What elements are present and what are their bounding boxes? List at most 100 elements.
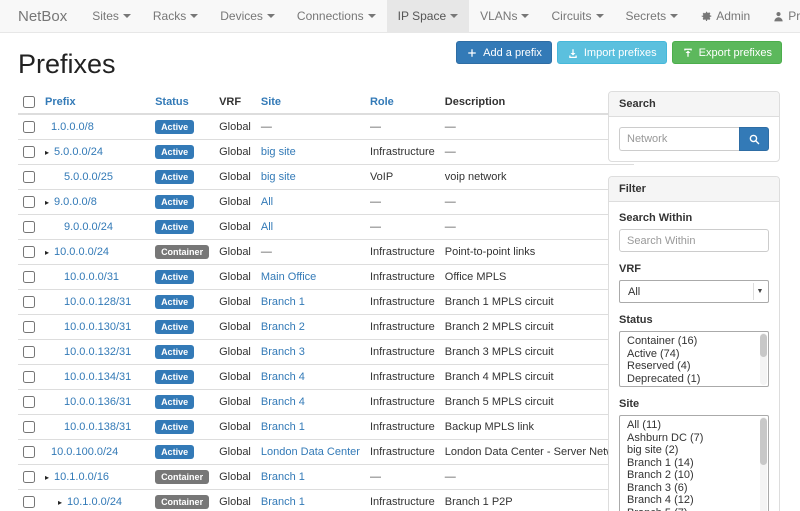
site-link[interactable]: All <box>261 221 273 233</box>
nav-item-circuits[interactable]: Circuits <box>540 0 614 32</box>
status-badge[interactable]: Container <box>155 470 209 484</box>
prefix-link[interactable]: 10.1.0.0/24 <box>67 496 122 508</box>
row-checkbox[interactable] <box>23 471 35 483</box>
nav-item-vlans[interactable]: VLANs <box>469 0 540 32</box>
status-badge[interactable]: Active <box>155 370 194 384</box>
site-link[interactable]: Branch 1 <box>261 296 305 308</box>
site-filter-option[interactable]: Branch 5 (7) <box>620 507 768 511</box>
row-checkbox[interactable] <box>23 296 35 308</box>
prefix-link[interactable]: 9.0.0.0/8 <box>54 196 97 208</box>
vrf-select[interactable]: All ▼ <box>619 280 769 303</box>
search-button[interactable] <box>739 127 769 151</box>
site-link[interactable]: Branch 4 <box>261 396 305 408</box>
row-checkbox[interactable] <box>23 196 35 208</box>
site-filter-option[interactable]: Branch 4 (12) <box>620 494 768 507</box>
row-checkbox[interactable] <box>23 346 35 358</box>
scrollbar-thumb[interactable] <box>760 334 767 357</box>
site-link[interactable]: Main Office <box>261 271 316 283</box>
status-badge[interactable]: Active <box>155 145 194 159</box>
site-filter-option[interactable]: Branch 1 (14) <box>620 457 768 470</box>
status-badge[interactable]: Active <box>155 445 194 459</box>
row-checkbox[interactable] <box>23 446 35 458</box>
row-checkbox[interactable] <box>23 371 35 383</box>
site-filter-option[interactable]: Branch 2 (10) <box>620 469 768 482</box>
nav-item-devices[interactable]: Devices <box>209 0 286 32</box>
row-checkbox[interactable] <box>23 121 35 133</box>
site-link[interactable]: big site <box>261 171 296 183</box>
status-badge[interactable]: Active <box>155 395 194 409</box>
row-checkbox[interactable] <box>23 171 35 183</box>
prefix-link[interactable]: 5.0.0.0/24 <box>54 146 103 158</box>
prefix-link[interactable]: 10.0.100.0/24 <box>51 446 118 458</box>
status-badge[interactable]: Active <box>155 120 194 134</box>
row-checkbox[interactable] <box>23 246 35 258</box>
site-link[interactable]: Branch 3 <box>261 346 305 358</box>
prefix-link[interactable]: 10.0.0.0/31 <box>64 271 119 283</box>
site-link[interactable]: Branch 1 <box>261 496 305 508</box>
prefix-link[interactable]: 10.0.0.132/31 <box>64 346 131 358</box>
prefix-link[interactable]: 10.0.0.138/31 <box>64 421 131 433</box>
site-filter-option[interactable]: Ashburn DC (7) <box>620 432 768 445</box>
status-badge[interactable]: Active <box>155 420 194 434</box>
prefix-link[interactable]: 9.0.0.0/24 <box>64 221 113 233</box>
status-filter-option[interactable]: Container (16) <box>620 335 768 348</box>
nav-item-ip-space[interactable]: IP Space <box>387 0 469 32</box>
nav-item-connections[interactable]: Connections <box>286 0 387 32</box>
status-badge[interactable]: Container <box>155 495 209 509</box>
add-a-prefix-button[interactable]: Add a prefix <box>456 41 552 64</box>
status-filter-option[interactable]: Active (74) <box>620 348 768 361</box>
site-link[interactable]: Branch 4 <box>261 371 305 383</box>
site-link[interactable]: Branch 1 <box>261 471 305 483</box>
status-badge[interactable]: Container <box>155 245 209 259</box>
status-badge[interactable]: Active <box>155 320 194 334</box>
nav-item-secrets[interactable]: Secrets <box>615 0 690 32</box>
search-input[interactable] <box>619 127 739 151</box>
prefix-link[interactable]: 10.0.0.128/31 <box>64 296 131 308</box>
status-badge[interactable]: Active <box>155 295 194 309</box>
prefix-link[interactable]: 10.0.0.130/31 <box>64 321 131 333</box>
select-all-checkbox[interactable] <box>23 96 35 108</box>
site-link[interactable]: Branch 2 <box>261 321 305 333</box>
row-checkbox[interactable] <box>23 421 35 433</box>
status-badge[interactable]: Active <box>155 195 194 209</box>
brand-link[interactable]: NetBox <box>0 0 81 32</box>
site-link[interactable]: big site <box>261 146 296 158</box>
site-link[interactable]: Branch 1 <box>261 421 305 433</box>
column-header-prefix[interactable]: Prefix <box>40 91 150 114</box>
site-filter-option[interactable]: All (11) <box>620 419 768 432</box>
import-prefixes-button[interactable]: Import prefixes <box>557 41 667 64</box>
status-badge[interactable]: Active <box>155 345 194 359</box>
status-badge[interactable]: Active <box>155 270 194 284</box>
nav-item-admin[interactable]: Admin <box>689 0 761 32</box>
prefix-link[interactable]: 10.0.0.0/24 <box>54 246 109 258</box>
row-checkbox[interactable] <box>23 271 35 283</box>
nav-item-racks[interactable]: Racks <box>142 0 209 32</box>
export-prefixes-button[interactable]: Export prefixes <box>672 41 782 64</box>
scrollbar-thumb[interactable] <box>760 418 767 465</box>
status-badge[interactable]: Active <box>155 170 194 184</box>
site-multiselect[interactable]: All (11)Ashburn DC (7)big site (2)Branch… <box>619 415 769 511</box>
prefix-link[interactable]: 10.0.0.134/31 <box>64 371 131 383</box>
row-checkbox[interactable] <box>23 221 35 233</box>
site-filter-option[interactable]: big site (2) <box>620 444 768 457</box>
site-filter-option[interactable]: Branch 3 (6) <box>620 482 768 495</box>
nav-item-profile[interactable]: Profile <box>761 0 800 32</box>
status-multiselect[interactable]: Container (16)Active (74)Reserved (4)Dep… <box>619 331 769 387</box>
status-filter-option[interactable]: Reserved (4) <box>620 360 768 373</box>
column-header-site[interactable]: Site <box>256 91 365 114</box>
row-checkbox[interactable] <box>23 146 35 158</box>
nav-item-sites[interactable]: Sites <box>81 0 142 32</box>
prefix-link[interactable]: 10.0.0.136/31 <box>64 396 131 408</box>
site-link[interactable]: London Data Center <box>261 446 360 458</box>
site-link[interactable]: All <box>261 196 273 208</box>
row-checkbox[interactable] <box>23 321 35 333</box>
status-filter-option[interactable]: Deprecated (1) <box>620 373 768 386</box>
column-header-status[interactable]: Status <box>150 91 214 114</box>
prefix-link[interactable]: 1.0.0.0/8 <box>51 121 94 133</box>
prefix-link[interactable]: 5.0.0.0/25 <box>64 171 113 183</box>
column-header-role[interactable]: Role <box>365 91 440 114</box>
prefix-link[interactable]: 10.1.0.0/16 <box>54 471 109 483</box>
row-checkbox[interactable] <box>23 396 35 408</box>
row-checkbox[interactable] <box>23 496 35 508</box>
status-badge[interactable]: Active <box>155 220 194 234</box>
